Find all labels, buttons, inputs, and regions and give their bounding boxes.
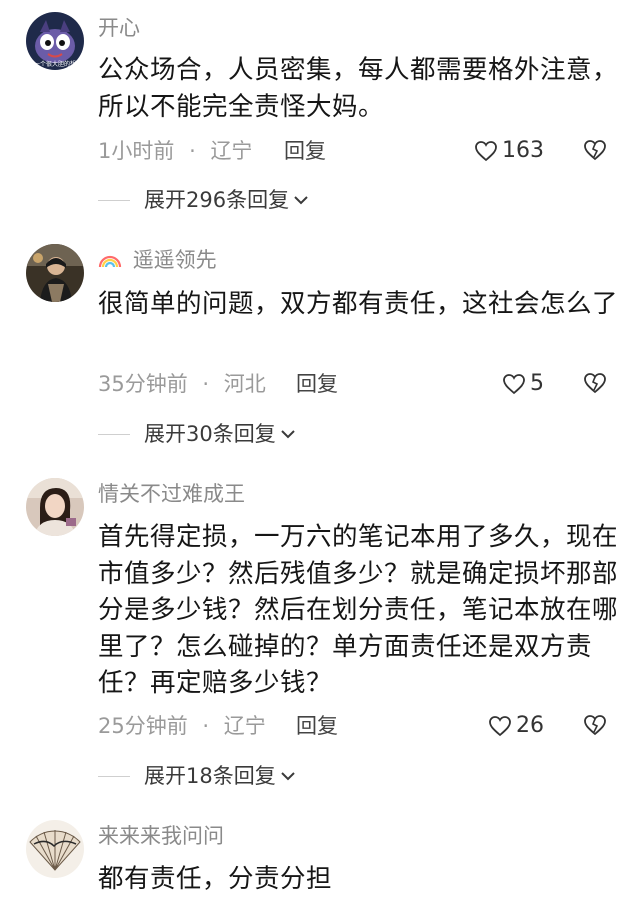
chevron-down-icon (281, 430, 295, 439)
comment-text: 很简单的问题，双方都有责任，这社会怎么了 (98, 289, 619, 319)
meta-separator: · (202, 372, 210, 396)
like-count: 163 (502, 138, 544, 163)
username-text: 遥遥领先 (132, 248, 217, 272)
dislike-button[interactable] (582, 371, 608, 397)
girl-photo-avatar-icon (26, 478, 84, 536)
like-button[interactable]: 5 (502, 370, 544, 398)
expand-replies[interactable]: 展开296条回复 (98, 186, 309, 214)
reply-button[interactable]: 回复 (296, 370, 338, 398)
divider-line (98, 775, 130, 777)
like-count: 26 (516, 713, 544, 738)
avatar[interactable] (26, 244, 84, 302)
avatar[interactable]: 我一个很大胆的想 (26, 12, 84, 70)
like-count: 5 (530, 371, 544, 396)
dislike-button[interactable] (582, 713, 608, 739)
expand-replies-label: 展开30条回复 (144, 422, 276, 446)
avatar[interactable] (26, 820, 84, 878)
broken-heart-icon (584, 140, 606, 161)
comment-location: 河北 (223, 372, 266, 396)
comment-time: 1小时前 (98, 139, 175, 163)
expand-replies-label: 展开18条回复 (144, 764, 276, 788)
expand-replies[interactable]: 展开30条回复 (98, 420, 296, 448)
comment-text: 首先得定损，一万六的笔记本用了多久，现在市值多少？然后残值多少？就是确定损坏那部… (98, 522, 619, 698)
expand-replies[interactable]: 展开18条回复 (98, 762, 296, 790)
like-button[interactable]: 26 (488, 712, 544, 740)
like-button[interactable]: 163 (474, 137, 544, 165)
heart-icon (489, 716, 511, 737)
comment-meta: 25分钟前 · 辽宁 (98, 712, 266, 740)
divider-line (98, 199, 130, 201)
broken-heart-icon (584, 715, 606, 736)
person-photo-avatar-icon (26, 244, 84, 302)
comment-time: 25分钟前 (98, 714, 188, 738)
avatar[interactable] (26, 478, 84, 536)
comment-time: 35分钟前 (98, 372, 188, 396)
comment-meta: 35分钟前 · 河北 (98, 370, 266, 398)
comment-text: 都有责任，分责分担 (98, 864, 333, 894)
rainbow-icon (98, 248, 129, 272)
broken-heart-icon (584, 373, 606, 394)
comment-text: 公众场合，人员密集，每人都需要格外注意，所以不能完全责怪大妈。 (98, 55, 619, 122)
username[interactable]: 遥遥领先 (98, 246, 217, 274)
reply-button[interactable]: 回复 (296, 712, 338, 740)
fan-avatar-icon (26, 820, 84, 878)
chevron-down-icon (294, 196, 308, 205)
meta-separator: · (189, 139, 196, 163)
expand-replies-label: 展开296条回复 (144, 188, 290, 212)
username[interactable]: 来来来我问问 (98, 822, 224, 850)
reply-button[interactable]: 回复 (284, 137, 326, 165)
heart-icon (475, 141, 497, 162)
dislike-button[interactable] (582, 138, 608, 164)
heart-icon (503, 374, 525, 395)
chevron-down-icon (281, 772, 295, 781)
avatar-caption: 我一个很大胆的想 (28, 61, 77, 68)
comment-location: 辽宁 (210, 139, 253, 163)
meta-separator: · (202, 714, 210, 738)
username[interactable]: 情关不过难成王 (98, 480, 245, 508)
comment-meta: 1小时前 · 辽宁 (98, 137, 252, 165)
comment-location: 辽宁 (223, 714, 266, 738)
divider-line (98, 433, 130, 435)
username[interactable]: 开心 (98, 14, 140, 42)
